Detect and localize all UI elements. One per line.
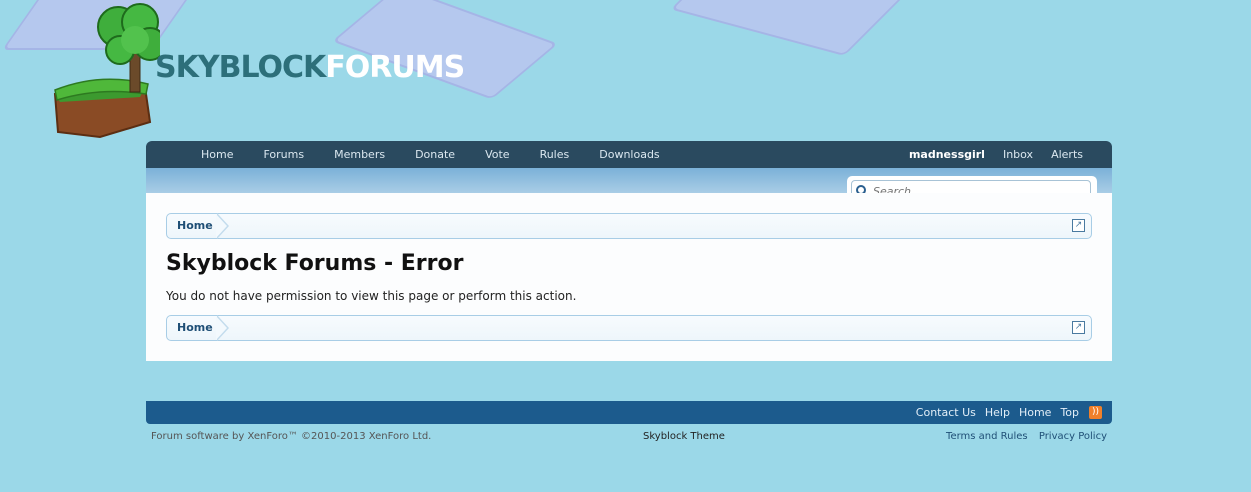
logo-text-forums: FORUMS: [325, 50, 465, 85]
user-nav: madnessgirl Inbox Alerts: [900, 141, 1092, 168]
nav-members[interactable]: Members: [319, 141, 400, 168]
legal-links: Terms and Rules Privacy Policy: [938, 431, 1107, 442]
nav-donate[interactable]: Donate: [400, 141, 470, 168]
main-nav: Home Forums Members Donate Vote Rules Do…: [146, 141, 1112, 168]
user-account-link[interactable]: madnessgirl: [900, 141, 994, 168]
footer-top-link[interactable]: Top: [1060, 406, 1079, 419]
breadcrumb-bottom: Home ↗: [166, 315, 1092, 341]
breadcrumb-top: Home ↗: [166, 213, 1092, 239]
nav-tabs: Home Forums Members Donate Vote Rules Do…: [186, 141, 675, 168]
footer-help-link[interactable]: Help: [985, 406, 1010, 419]
site-logo[interactable]: SKYBLOCKFORUMS: [50, 2, 465, 142]
footer-bar: Contact Us Help Home Top )): [146, 401, 1112, 424]
breadcrumb-arrow-inner: [216, 214, 227, 238]
rss-icon[interactable]: )): [1089, 406, 1102, 419]
footer-home-link[interactable]: Home: [1019, 406, 1051, 419]
nav-rules[interactable]: Rules: [525, 141, 585, 168]
jump-to-icon[interactable]: ↗: [1072, 219, 1085, 232]
terms-link[interactable]: Terms and Rules: [946, 431, 1028, 442]
breadcrumb-arrow-inner: [216, 316, 227, 340]
theme-name: Skyblock Theme: [643, 431, 725, 442]
logo-text-skyblock: SKYBLOCK: [155, 50, 326, 85]
footer-contact-link[interactable]: Contact Us: [916, 406, 976, 419]
main-content: Home ↗ Skyblock Forums - Error You do no…: [146, 193, 1112, 361]
nav-home[interactable]: Home: [186, 141, 248, 168]
background-block: [670, 0, 910, 56]
nav-vote[interactable]: Vote: [470, 141, 524, 168]
privacy-link[interactable]: Privacy Policy: [1039, 431, 1107, 442]
tree-island-icon: [53, 3, 160, 139]
inbox-link[interactable]: Inbox: [994, 141, 1042, 168]
error-message: You do not have permission to view this …: [166, 289, 577, 303]
page-title: Skyblock Forums - Error: [166, 251, 464, 276]
copyright-text: Forum software by XenForo™ ©2010-2013 Xe…: [151, 431, 432, 442]
nav-forums[interactable]: Forums: [248, 141, 319, 168]
jump-to-icon[interactable]: ↗: [1072, 321, 1085, 334]
logo-text: SKYBLOCKFORUMS: [155, 50, 465, 85]
alerts-link[interactable]: Alerts: [1042, 141, 1092, 168]
nav-downloads[interactable]: Downloads: [584, 141, 674, 168]
